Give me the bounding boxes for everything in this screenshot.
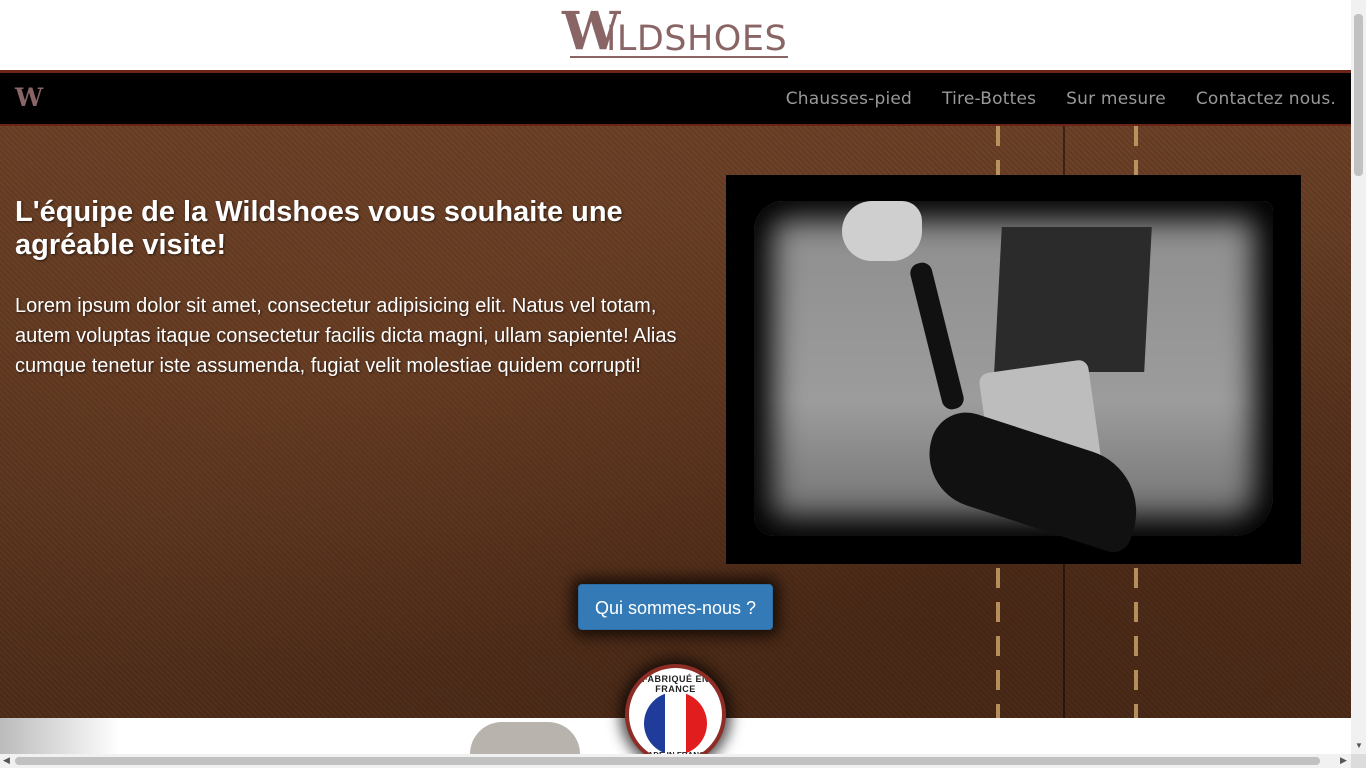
logo-text: ILDSHOES	[606, 19, 788, 59]
main-navbar: W Chausses-pied Tire-Bottes Sur mesure C…	[0, 70, 1351, 126]
photo-hand	[842, 201, 922, 261]
hero-section: L'équipe de la Wildshoes vous souhaite u…	[0, 126, 1351, 718]
vertical-scrollbar[interactable]: ▼	[1351, 0, 1366, 754]
scroll-down-arrow-icon[interactable]: ▼	[1355, 741, 1363, 750]
nav-link-tire-bottes[interactable]: Tire-Bottes	[942, 89, 1036, 109]
nav-link-chausses-pied[interactable]: Chausses-pied	[786, 89, 912, 109]
french-flag-icon	[644, 692, 707, 755]
horizontal-scrollbar[interactable]: ◀ ▶	[0, 754, 1351, 768]
scroll-left-arrow-icon[interactable]: ◀	[3, 755, 10, 766]
logo-header: W ILDSHOES	[0, 0, 1351, 70]
about-us-button[interactable]: Qui sommes-nous ?	[578, 584, 773, 630]
hero-text: Lorem ipsum dolor sit amet, consectetur …	[15, 295, 677, 377]
made-in-france-badge: FABRIQUÉ EN FRANCE MADE IN FRANCE	[625, 664, 726, 765]
vertical-scroll-thumb[interactable]	[1354, 14, 1363, 176]
site-logo[interactable]: W ILDSHOES	[562, 4, 792, 60]
scroll-right-arrow-icon[interactable]: ▶	[1340, 755, 1347, 766]
photo-shoehorn	[908, 260, 966, 412]
badge-top-text: FABRIQUÉ EN FRANCE	[641, 674, 709, 694]
scrollbar-corner	[1351, 754, 1366, 768]
navbar-brand[interactable]: W	[15, 83, 43, 112]
hero-title: L'équipe de la Wildshoes vous souhaite u…	[15, 196, 623, 261]
logo-underline	[570, 56, 788, 58]
lower-image-fade	[0, 718, 120, 754]
photo-content	[754, 201, 1273, 557]
nav-link-contact[interactable]: Contactez nous.	[1196, 89, 1336, 109]
lower-product-image	[470, 722, 580, 754]
photo-trouser	[994, 227, 1152, 372]
nav-link-sur-mesure[interactable]: Sur mesure	[1066, 89, 1166, 109]
nav-links: Chausses-pied Tire-Bottes Sur mesure Con…	[786, 73, 1336, 124]
horizontal-scroll-thumb[interactable]	[15, 757, 1320, 765]
shoehorn-photo	[726, 175, 1301, 564]
